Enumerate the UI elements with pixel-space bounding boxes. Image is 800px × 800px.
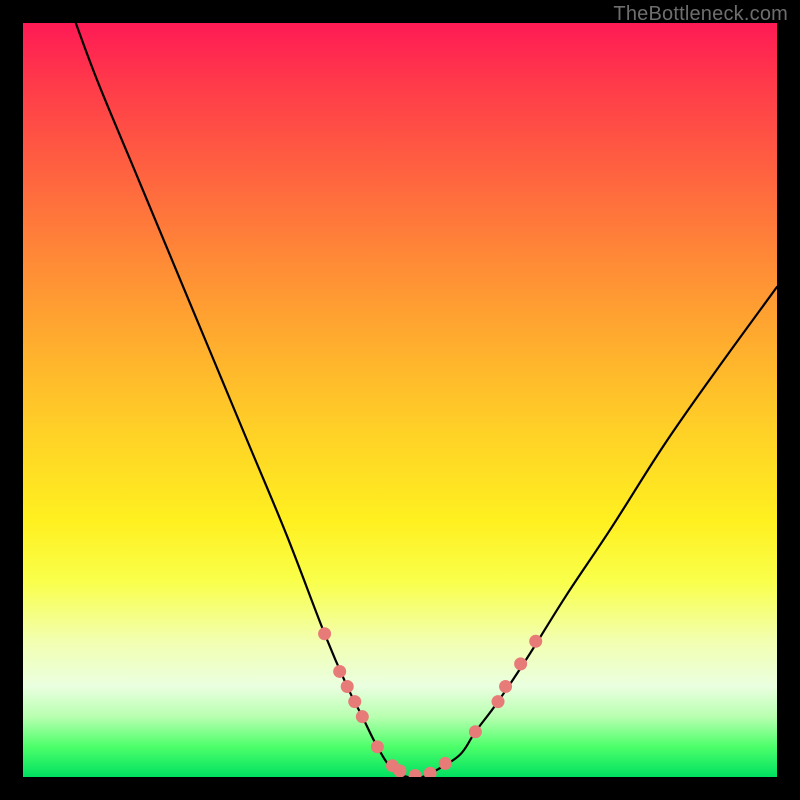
- highlight-marker: [371, 740, 384, 753]
- watermark-text: TheBottleneck.com: [613, 3, 788, 26]
- highlight-marker: [469, 725, 482, 738]
- highlight-marker: [499, 680, 512, 693]
- highlight-marker: [492, 695, 505, 708]
- highlight-marker: [529, 635, 542, 648]
- highlight-marker: [341, 680, 354, 693]
- highlight-marker: [439, 757, 452, 770]
- curve-group: [76, 23, 777, 777]
- highlight-marker: [409, 769, 422, 777]
- chart-frame: [23, 23, 777, 777]
- highlight-markers: [318, 627, 542, 777]
- highlight-marker: [348, 695, 361, 708]
- chart-svg: [23, 23, 777, 777]
- bottleneck-curve-line: [76, 23, 777, 777]
- highlight-marker: [394, 764, 407, 777]
- highlight-marker: [514, 657, 527, 670]
- highlight-marker: [333, 665, 346, 678]
- highlight-marker: [356, 710, 369, 723]
- highlight-marker: [318, 627, 331, 640]
- highlight-marker: [424, 767, 437, 777]
